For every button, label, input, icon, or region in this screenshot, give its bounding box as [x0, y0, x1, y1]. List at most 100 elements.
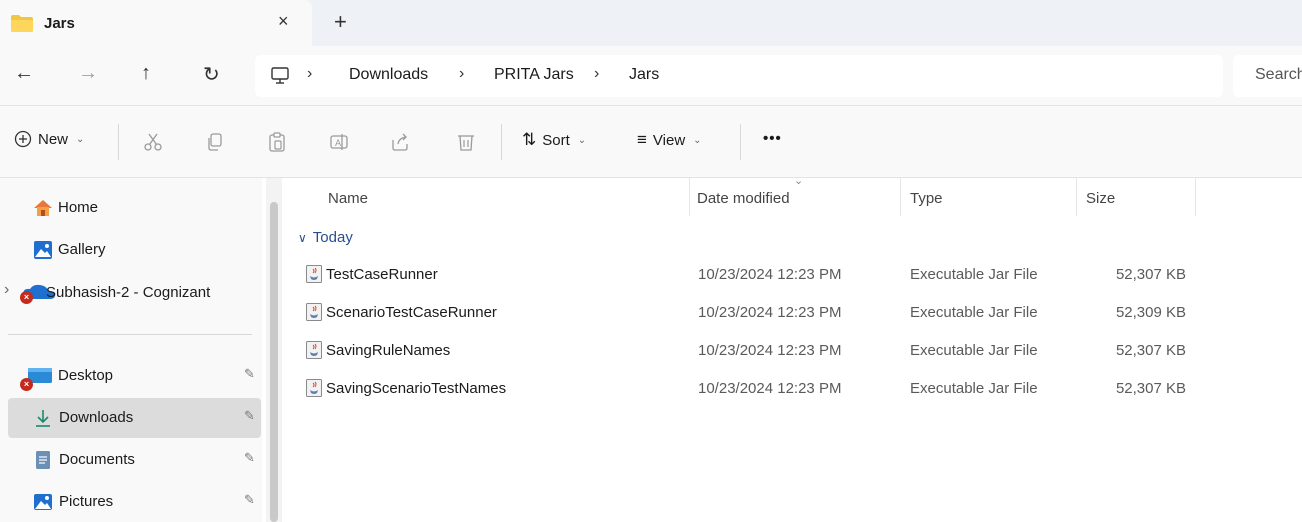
documents-icon: [36, 451, 50, 469]
file-row[interactable]: SavingRuleNames 10/23/2024 12:23 PM Exec…: [306, 332, 1286, 370]
sidebar-scrollbar[interactable]: [266, 178, 282, 522]
breadcrumb-jars[interactable]: Jars: [629, 66, 659, 84]
sidebar-item-downloads[interactable]: Downloads ✎: [8, 398, 261, 438]
sidebar-divider: [8, 334, 252, 335]
command-bar: New ⌄ A ⇅ Sort ⌄ ≡ View ⌄ •••: [0, 106, 1302, 178]
file-name: SavingScenarioTestNames: [326, 380, 507, 397]
more-options-button[interactable]: •••: [763, 130, 782, 147]
share-icon[interactable]: [390, 132, 410, 152]
tab-jars[interactable]: Jars ×: [0, 0, 312, 46]
this-pc-icon: [271, 67, 289, 84]
jar-file-icon: [306, 303, 322, 321]
sort-button[interactable]: ⇅ Sort ⌄: [522, 130, 586, 150]
file-size: 52,307 KB: [1115, 266, 1186, 283]
pictures-icon: [34, 494, 52, 510]
svg-text:A: A: [335, 139, 342, 149]
tab-title: Jars: [44, 15, 75, 32]
copy-icon[interactable]: [205, 132, 225, 152]
chevron-down-icon: ∨: [298, 230, 307, 245]
more-icon: •••: [763, 130, 782, 147]
file-name: SavingRuleNames: [326, 342, 451, 359]
divider: [501, 124, 502, 160]
breadcrumb-separator: ›: [307, 65, 313, 82]
file-type: Executable Jar File: [910, 266, 1038, 283]
chevron-down-icon: ⌄: [577, 134, 587, 146]
jar-file-icon: [306, 265, 322, 283]
sidebar-item-desktop[interactable]: × Desktop ✎: [0, 356, 261, 396]
forward-button[interactable]: →: [78, 62, 98, 85]
file-date: 10/23/2024 12:23 PM: [698, 266, 842, 283]
delete-icon[interactable]: [456, 132, 476, 152]
view-label: View: [652, 131, 686, 149]
new-tab-button[interactable]: +: [334, 9, 347, 35]
gallery-icon: [34, 241, 52, 259]
paste-icon[interactable]: [267, 132, 287, 152]
sidebar-item-home[interactable]: Home: [8, 188, 261, 228]
file-date: 10/23/2024 12:23 PM: [698, 380, 842, 397]
up-button[interactable]: ↑: [141, 62, 151, 85]
pin-icon: ✎: [244, 492, 255, 507]
sidebar-item-onedrive[interactable]: › × Subhasish-2 - Cognizant: [0, 273, 261, 313]
close-tab-icon[interactable]: ×: [278, 11, 289, 32]
file-row[interactable]: TestCaseRunner 10/23/2024 12:23 PM Execu…: [306, 256, 1286, 294]
group-header-today[interactable]: ∨ Today: [298, 229, 353, 246]
address-bar[interactable]: › Downloads › PRITA Jars › Jars: [255, 55, 1223, 97]
cut-icon[interactable]: [143, 132, 163, 152]
file-size: 52,307 KB: [1115, 380, 1186, 397]
folder-icon: [11, 15, 33, 32]
new-button[interactable]: New ⌄: [14, 130, 84, 148]
file-date: 10/23/2024 12:23 PM: [698, 304, 842, 321]
back-button[interactable]: ←: [14, 62, 34, 85]
plus-circle-icon: [14, 130, 32, 148]
rename-icon[interactable]: A: [329, 132, 349, 152]
column-separator[interactable]: [1195, 178, 1196, 216]
scrollbar-thumb[interactable]: [270, 202, 278, 522]
view-button[interactable]: ≡ View ⌄: [637, 130, 702, 150]
column-header-type[interactable]: Type: [910, 190, 943, 207]
navigation-pane: Home Gallery › × Subhasish-2 - Cognizant…: [0, 178, 262, 522]
file-date: 10/23/2024 12:23 PM: [698, 342, 842, 359]
sidebar-item-gallery[interactable]: Gallery: [8, 230, 261, 270]
sort-indicator-icon: ⌄: [794, 175, 804, 187]
file-row[interactable]: ScenarioTestCaseRunner 10/23/2024 12:23 …: [306, 294, 1286, 332]
search-box[interactable]: Search: [1233, 55, 1302, 97]
file-name: ScenarioTestCaseRunner: [326, 304, 497, 321]
file-type: Executable Jar File: [910, 380, 1038, 397]
sync-error-icon: ×: [20, 378, 33, 391]
sidebar-item-pictures[interactable]: Pictures ✎: [8, 482, 261, 522]
breadcrumb-separator: ›: [459, 65, 465, 82]
column-header-size[interactable]: Size: [1086, 190, 1115, 207]
sort-icon: ⇅: [522, 130, 537, 149]
divider: [740, 124, 741, 160]
refresh-button[interactable]: ↻: [203, 62, 220, 87]
divider: [118, 124, 119, 160]
group-label: Today: [312, 229, 353, 246]
file-size: 52,307 KB: [1115, 342, 1186, 359]
file-type: Executable Jar File: [910, 304, 1038, 321]
column-header-name[interactable]: Name: [328, 190, 368, 207]
column-header-date[interactable]: Date modified: [697, 190, 790, 207]
sidebar-item-documents[interactable]: Documents ✎: [8, 440, 261, 480]
file-list: ⌄ Name Date modified Type Size ∨ Today T…: [286, 175, 1302, 522]
file-size: 52,309 KB: [1115, 304, 1186, 321]
file-row[interactable]: SavingScenarioTestNames 10/23/2024 12:23…: [306, 370, 1286, 408]
navigation-bar: ← → ↑ ↻ › Downloads › PRITA Jars › Jars …: [0, 46, 1302, 106]
column-separator[interactable]: [1076, 178, 1077, 216]
home-icon: [34, 200, 52, 216]
sidebar-item-label: Downloads: [59, 409, 134, 426]
sidebar-item-label: Documents: [59, 451, 135, 468]
expand-chevron-icon[interactable]: ›: [4, 281, 9, 299]
column-separator[interactable]: [689, 178, 690, 216]
sync-error-icon: ×: [20, 291, 33, 304]
sidebar-item-label: Home: [58, 199, 99, 216]
pin-icon: ✎: [244, 450, 255, 465]
file-name: TestCaseRunner: [326, 266, 438, 283]
breadcrumb-downloads[interactable]: Downloads: [349, 66, 428, 84]
sort-label: Sort: [542, 131, 570, 149]
jar-file-icon: [306, 379, 322, 397]
download-icon: [36, 410, 50, 427]
sidebar-item-label: Subhasish-2 - Cognizant: [46, 284, 211, 301]
search-input[interactable]: Search: [1255, 66, 1302, 84]
breadcrumb-prita-jars[interactable]: PRITA Jars: [494, 66, 574, 84]
column-separator[interactable]: [900, 178, 901, 216]
